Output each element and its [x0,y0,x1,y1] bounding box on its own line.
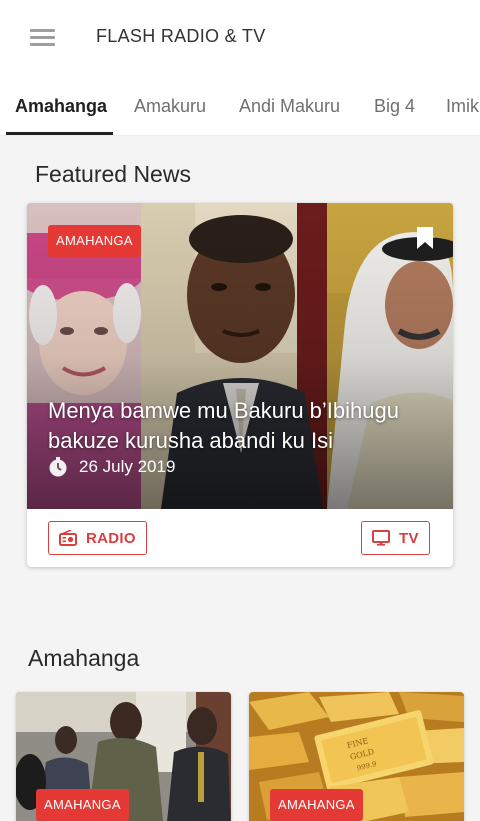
featured-date-row: 26 July 2019 [48,457,175,477]
bookmark-icon[interactable] [417,227,433,249]
app-title: FLASH RADIO & TV [96,26,266,46]
tv-button-label: TV [399,529,419,547]
tab-imik[interactable]: Imik [446,96,479,117]
featured-news-heading: Featured News [35,161,191,187]
active-tab-indicator [6,132,113,135]
featured-news-image[interactable]: AMAHANGA Menya bamwe mu Bakuru b’Ibihugu… [27,203,453,509]
category-tabs: Amahanga Amakuru Andi Makuru Big 4 Imik [0,76,480,136]
news-card[interactable]: AMAHANGA [16,692,231,821]
clock-icon [49,457,67,477]
news-card[interactable]: FINE GOLD 999.9 AMAHANGA [249,692,464,821]
hamburger-menu-icon[interactable] [30,29,55,47]
amahanga-section-heading: Amahanga [28,645,140,671]
radio-button-label: RADIO [86,529,136,547]
category-badge[interactable]: AMAHANGA [48,225,141,257]
category-badge[interactable]: AMAHANGA [270,789,363,821]
app-bar: FLASH RADIO & TV [0,0,480,76]
featured-headline[interactable]: Menya bamwe mu Bakuru b’Ibihugu bakuze k… [48,396,448,456]
tab-amahanga[interactable]: Amahanga [15,96,107,117]
tab-amakuru[interactable]: Amakuru [134,96,206,117]
tab-big-4[interactable]: Big 4 [374,96,415,117]
featured-date-text: 26 July 2019 [79,457,176,476]
category-badge[interactable]: AMAHANGA [36,789,129,821]
tab-andi-makuru[interactable]: Andi Makuru [239,96,340,117]
radio-icon [59,530,77,546]
featured-news-card[interactable]: AMAHANGA Menya bamwe mu Bakuru b’Ibihugu… [27,203,453,567]
radio-button[interactable]: RADIO [48,521,147,555]
tv-monitor-icon [372,530,390,546]
tv-button[interactable]: TV [361,521,430,555]
